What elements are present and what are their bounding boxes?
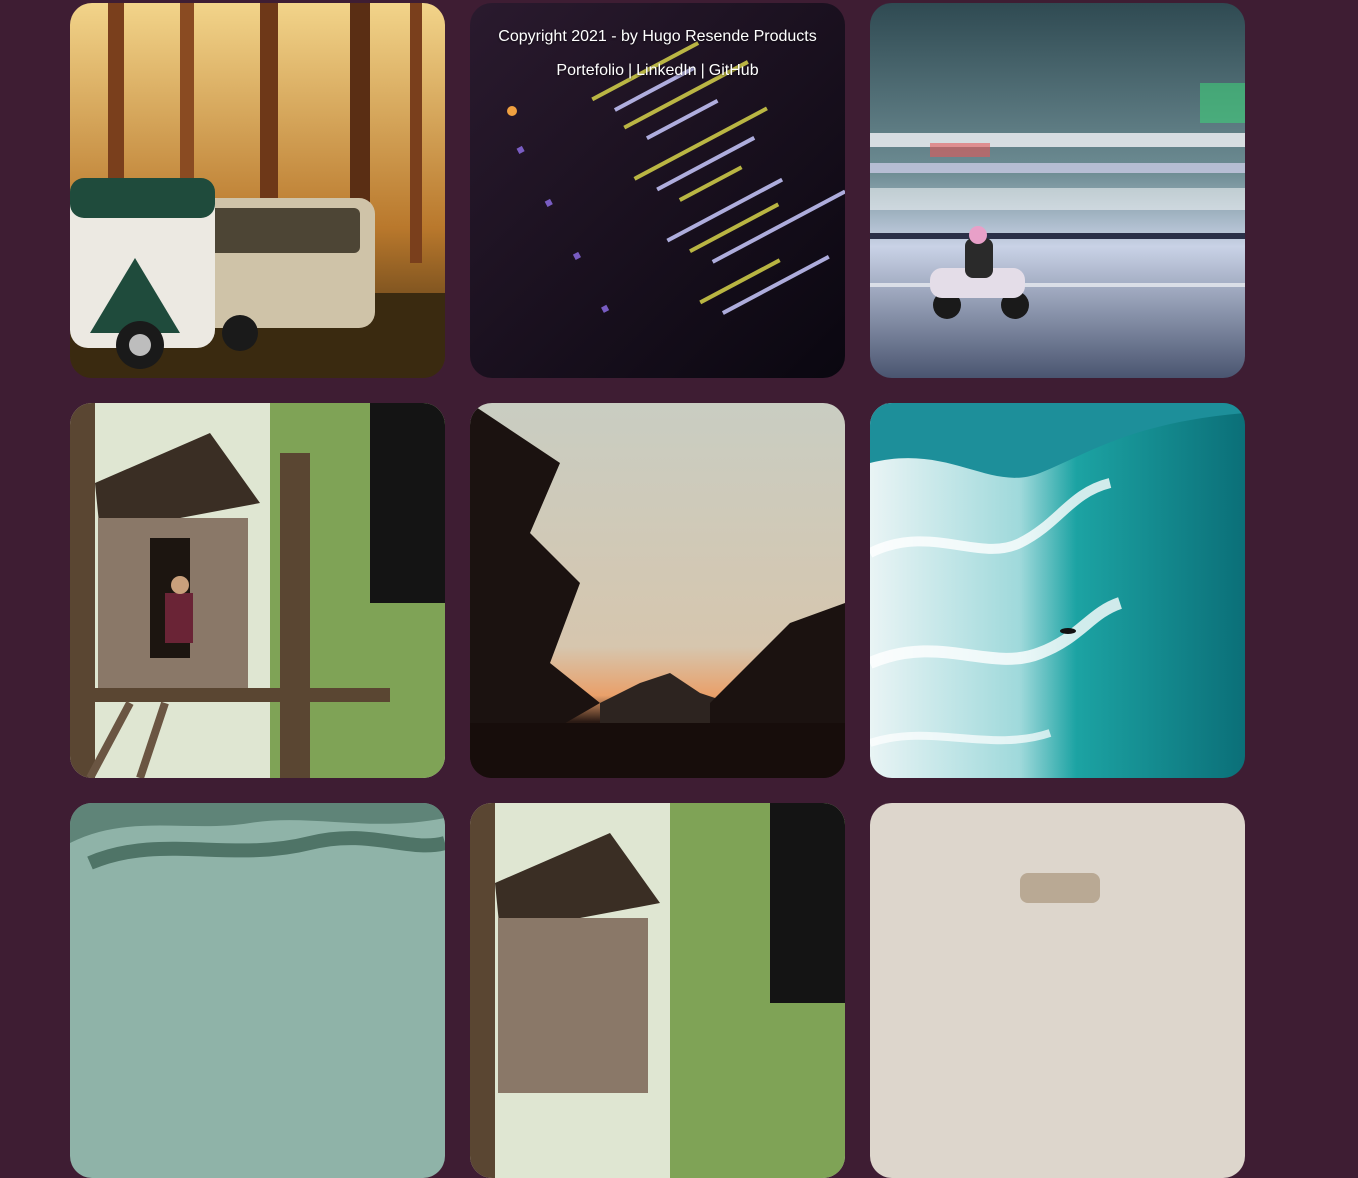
github-link[interactable]: GitHub [709, 62, 759, 79]
sunset-forest-image [470, 403, 845, 778]
footer-links: Portefolio | LinkedIn | GitHub [470, 54, 845, 88]
vans-forest-image [70, 3, 445, 378]
link-separator: | [627, 62, 633, 79]
gallery-photo-interior[interactable] [870, 803, 1245, 1178]
portfolio-link[interactable]: Portefolio [556, 62, 624, 79]
gallery-photo-sunset-forest[interactable] [470, 403, 845, 778]
treehouse-image [70, 403, 445, 778]
gallery-photo-misty-trees[interactable] [70, 803, 445, 1178]
scooter-image [870, 3, 1245, 378]
gallery-photo-treehouse-2[interactable] [470, 803, 845, 1178]
copyright-text: Copyright 2021 - by Hugo Resende Product… [498, 28, 817, 45]
footer: Copyright 2021 - by Hugo Resende Product… [470, 20, 845, 88]
interior-image [870, 803, 1245, 1178]
gallery-photo-vans-forest[interactable] [70, 3, 445, 378]
linkedin-link[interactable]: LinkedIn [636, 62, 697, 79]
link-separator: | [700, 62, 705, 79]
misty-trees-image [70, 803, 445, 1178]
gallery-photo-ocean-wave[interactable] [870, 403, 1245, 778]
treehouse-image-2 [470, 803, 845, 1178]
photo-gallery [70, 3, 1245, 1178]
gallery-photo-scooter[interactable] [870, 3, 1245, 378]
ocean-wave-image [870, 403, 1245, 778]
gallery-photo-treehouse[interactable] [70, 403, 445, 778]
